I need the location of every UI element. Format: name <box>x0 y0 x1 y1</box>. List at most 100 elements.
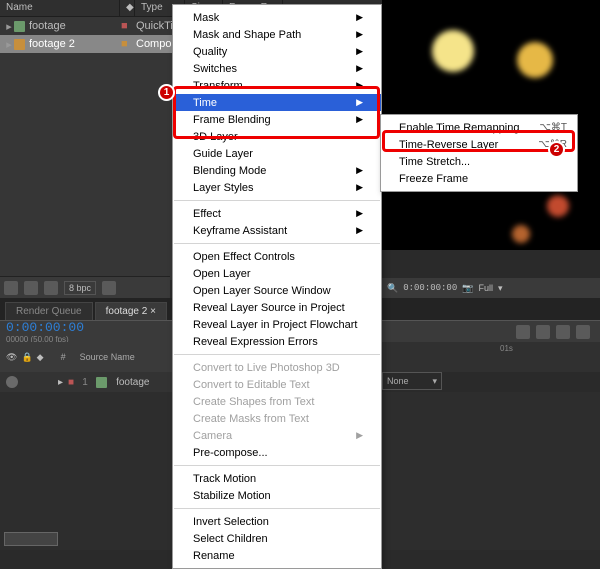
menu-create-masks: Create Masks from Text <box>173 410 381 427</box>
chevron-right-icon: ▶ <box>356 430 363 441</box>
camera-icon[interactable]: 📷 <box>462 283 473 294</box>
annotation-badge-2: 2 <box>548 141 565 158</box>
project-toolbar: 8 bpc <box>0 276 170 298</box>
menu-reveal-in-project[interactable]: Reveal Layer Source in Project <box>173 299 381 316</box>
menu-blending-mode[interactable]: Blending Mode▶ <box>173 162 381 179</box>
menu-separator <box>174 243 380 244</box>
menu-keyframe-assistant[interactable]: Keyframe Assistant▶ <box>173 222 381 239</box>
chevron-right-icon: ▶ <box>356 12 363 23</box>
magnify-icon[interactable]: 🔍 <box>387 283 398 294</box>
comp-button-icon[interactable] <box>536 325 550 339</box>
comp-icon[interactable] <box>44 281 58 295</box>
menu-stabilize-motion[interactable]: Stabilize Motion <box>173 487 381 504</box>
mode-value: None <box>387 376 409 386</box>
chevron-right-icon: ▶ <box>356 63 363 74</box>
menu-track-motion[interactable]: Track Motion <box>173 470 381 487</box>
menu-reveal-in-flowchart[interactable]: Reveal Layer in Project Flowchart <box>173 316 381 333</box>
tab-render-queue[interactable]: Render Queue <box>5 302 93 320</box>
item-name: footage <box>29 20 121 32</box>
label-color: ■ <box>68 377 74 388</box>
chevron-right-icon: ▶ <box>356 114 363 125</box>
menu-camera: Camera▶ <box>173 427 381 444</box>
ruler-tick: 01s <box>500 344 513 353</box>
menu-mask[interactable]: Mask▶ <box>173 9 381 26</box>
submenu-time-stretch[interactable]: Time Stretch... <box>381 153 577 170</box>
menu-open-effect-controls[interactable]: Open Effect Controls <box>173 248 381 265</box>
label-color: ■ <box>121 38 136 50</box>
menu-separator <box>174 508 380 509</box>
bokeh-light <box>547 195 569 217</box>
current-timecode[interactable]: 0:00:00:00 <box>6 320 84 335</box>
label-color: ■ <box>121 20 136 32</box>
menu-quality[interactable]: Quality▶ <box>173 43 381 60</box>
chevron-right-icon: ▶ <box>356 208 363 219</box>
interpret-icon[interactable] <box>4 281 18 295</box>
menu-frame-blending[interactable]: Frame Blending▶ <box>173 111 381 128</box>
menu-separator <box>174 200 380 201</box>
visibility-eye-icon[interactable] <box>6 376 18 388</box>
composition-icon <box>14 39 25 50</box>
menu-effect[interactable]: Effect▶ <box>173 205 381 222</box>
chevron-right-icon: ▶ <box>356 29 363 40</box>
layer-context-menu: Mask▶ Mask and Shape Path▶ Quality▶ Swit… <box>172 4 382 569</box>
bokeh-light <box>512 225 530 243</box>
chevron-right-icon: ▶ <box>356 165 363 176</box>
chevron-right-icon: ▶ <box>356 80 363 91</box>
chevron-right-icon: ▶ <box>356 97 363 108</box>
col-num: # <box>61 352 66 362</box>
twirl-icon[interactable]: ▸ <box>4 38 14 51</box>
chevron-right-icon: ▶ <box>356 182 363 193</box>
menu-mask-shape[interactable]: Mask and Shape Path▶ <box>173 26 381 43</box>
menu-switches[interactable]: Switches▶ <box>173 60 381 77</box>
layer-name: footage <box>116 377 149 388</box>
trash-icon[interactable] <box>102 281 116 295</box>
movie-icon <box>96 377 107 388</box>
search-icon[interactable] <box>516 325 530 339</box>
bokeh-light <box>517 42 553 78</box>
twirl-icon[interactable]: ▸ <box>4 20 14 33</box>
menu-precompose[interactable]: Pre-compose... <box>173 444 381 461</box>
submenu-freeze-frame[interactable]: Freeze Frame <box>381 170 577 187</box>
chevron-right-icon: ▶ <box>356 225 363 236</box>
col-name[interactable]: Name <box>0 0 120 16</box>
item-name: footage 2 <box>29 38 121 50</box>
preview-controls: 🔍 0:00:00:00 📷 Full ▾ <box>382 278 600 298</box>
menu-guide-layer[interactable]: Guide Layer <box>173 145 381 162</box>
menu-select-children[interactable]: Select Children <box>173 530 381 547</box>
blend-mode-select[interactable]: None ▾ <box>382 372 442 390</box>
shy-icon[interactable] <box>556 325 570 339</box>
bokeh-light <box>432 30 474 72</box>
quality-dropdown[interactable]: Full <box>478 283 493 293</box>
bpc-indicator[interactable]: 8 bpc <box>64 281 96 295</box>
lock-col-icon: 🔒 <box>21 352 32 363</box>
menu-open-layer-source[interactable]: Open Layer Source Window <box>173 282 381 299</box>
graph-icon[interactable] <box>576 325 590 339</box>
tab-footage-2[interactable]: footage 2 × <box>95 302 167 320</box>
folder-icon[interactable] <box>24 281 38 295</box>
eye-col-icon: 👁 <box>6 352 17 363</box>
menu-convert-editable-text: Convert to Editable Text <box>173 376 381 393</box>
menu-reveal-expression-errors[interactable]: Reveal Expression Errors <box>173 333 381 350</box>
submenu-enable-time-remapping[interactable]: Enable Time Remapping⌥⌘T <box>381 119 577 136</box>
label-col-icon: ◆ <box>37 352 57 363</box>
col-label-icon[interactable]: ◆ <box>120 0 135 16</box>
menu-time[interactable]: Time▶ <box>173 94 381 111</box>
movie-icon <box>14 21 25 32</box>
toggle-switches-button[interactable] <box>4 532 58 546</box>
menu-invert-selection[interactable]: Invert Selection <box>173 513 381 530</box>
twirl-icon[interactable]: ▸ <box>58 377 63 388</box>
menu-transform[interactable]: Transform▶ <box>173 77 381 94</box>
menu-layer-styles[interactable]: Layer Styles▶ <box>173 179 381 196</box>
annotation-badge-1: 1 <box>158 84 175 101</box>
chevron-down-icon[interactable]: ▾ <box>498 283 503 294</box>
preview-timecode[interactable]: 0:00:00:00 <box>403 283 457 293</box>
col-source-name[interactable]: Source Name <box>80 352 135 362</box>
menu-open-layer[interactable]: Open Layer <box>173 265 381 282</box>
menu-3d-layer[interactable]: 3D Layer <box>173 128 381 145</box>
menu-create-shapes: Create Shapes from Text <box>173 393 381 410</box>
layer-number: 1 <box>79 377 91 388</box>
menu-separator <box>174 354 380 355</box>
menu-convert-ps3d: Convert to Live Photoshop 3D <box>173 359 381 376</box>
chevron-down-icon: ▾ <box>432 376 437 387</box>
shortcut-label: ⌥⌘T <box>539 122 567 133</box>
